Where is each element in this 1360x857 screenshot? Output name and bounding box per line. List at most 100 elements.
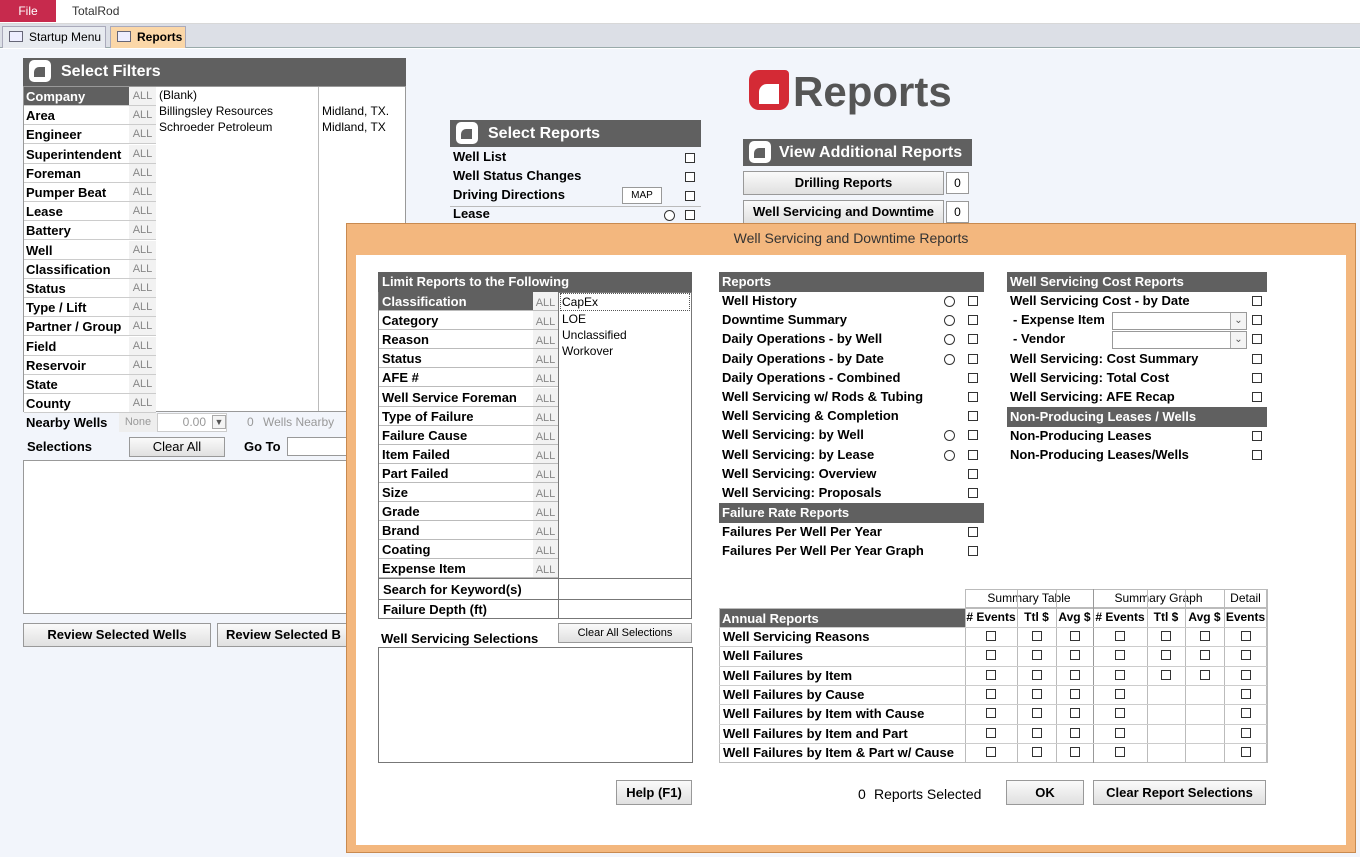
nearby-none-button[interactable]: None <box>119 413 157 432</box>
annual-checkbox[interactable] <box>1240 708 1251 719</box>
filter-all-button[interactable]: ALL <box>129 202 156 222</box>
filter-all-button[interactable]: ALL <box>129 279 156 298</box>
well-status-changes-checkbox[interactable] <box>685 172 695 182</box>
filter-all-button[interactable]: ALL <box>129 375 156 394</box>
annual-checkbox[interactable] <box>1240 669 1251 680</box>
limit-label-grade[interactable]: Grade <box>379 502 533 522</box>
filter-all-button[interactable]: ALL <box>129 144 156 164</box>
report-checkbox[interactable] <box>968 488 978 498</box>
limit-label-reason[interactable]: Reason <box>379 330 533 350</box>
filter-all-button[interactable]: ALL <box>129 221 156 241</box>
report-checkbox[interactable] <box>968 468 978 479</box>
clear-all-button[interactable]: Clear All <box>129 437 225 457</box>
annual-checkbox[interactable] <box>1240 650 1251 661</box>
filter-all-button[interactable]: ALL <box>129 336 156 356</box>
list-item[interactable]: Schroeder Petroleum <box>159 119 273 135</box>
cost-report-checkbox[interactable] <box>1252 315 1262 326</box>
annual-checkbox[interactable] <box>1031 650 1042 661</box>
report-checkbox[interactable] <box>968 353 978 364</box>
filter-label-type-lift[interactable]: Type / Lift <box>24 298 129 318</box>
report-checkbox[interactable] <box>968 372 978 383</box>
limit-label-item-failed[interactable]: Item Failed <box>379 444 533 464</box>
go-to-input[interactable] <box>287 437 349 456</box>
annual-checkbox[interactable] <box>1031 631 1042 641</box>
list-item[interactable]: Unclassified <box>560 327 690 343</box>
limit-all-button[interactable]: ALL <box>533 349 558 369</box>
classification-list[interactable]: CapEx LOE Unclassified Workover <box>560 293 690 359</box>
filter-all-button[interactable]: ALL <box>129 298 156 318</box>
list-item[interactable]: Billingsley Resources <box>159 103 273 119</box>
chevron-down-icon[interactable]: ⌄ <box>1230 313 1246 329</box>
annual-checkbox[interactable] <box>1240 688 1251 699</box>
annual-checkbox[interactable] <box>1199 631 1210 641</box>
filter-label-company[interactable]: Company <box>24 87 129 106</box>
annual-checkbox[interactable] <box>986 708 996 719</box>
filter-label-field[interactable]: Field <box>24 336 129 356</box>
limit-label-coating[interactable]: Coating <box>379 540 533 560</box>
tab-startup-menu[interactable]: Startup Menu <box>2 26 106 48</box>
vendor-select[interactable] <box>1112 331 1247 349</box>
lease-checkbox[interactable] <box>685 210 695 220</box>
driving-directions-checkbox[interactable] <box>685 191 695 201</box>
limit-label-size[interactable]: Size <box>379 483 533 502</box>
report-radio[interactable] <box>944 296 955 307</box>
limit-label-afe-[interactable]: AFE # <box>379 368 533 388</box>
annual-checkbox[interactable] <box>1069 727 1080 738</box>
filter-label-reservoir[interactable]: Reservoir <box>24 355 129 375</box>
clear-report-selections-button[interactable]: Clear Report Selections <box>1093 780 1266 805</box>
annual-checkbox[interactable] <box>1199 650 1210 661</box>
filter-label-foreman[interactable]: Foreman <box>24 163 129 183</box>
nonprod-report-checkbox[interactable] <box>1252 450 1262 461</box>
annual-checkbox[interactable] <box>1240 746 1251 757</box>
annual-checkbox[interactable] <box>1069 708 1080 719</box>
report-checkbox[interactable] <box>968 392 978 402</box>
annual-checkbox[interactable] <box>986 727 996 738</box>
filter-label-classification[interactable]: Classification <box>24 259 129 279</box>
filter-label-pumper-beat[interactable]: Pumper Beat <box>24 183 129 202</box>
annual-checkbox[interactable] <box>1161 669 1171 680</box>
annual-checkbox[interactable] <box>1069 650 1080 661</box>
filter-all-button[interactable]: ALL <box>129 355 156 375</box>
chevron-down-icon[interactable]: ▼ <box>212 415 226 429</box>
review-selected-b-button[interactable]: Review Selected B <box>217 623 348 647</box>
annual-checkbox[interactable] <box>1115 669 1125 680</box>
tab-reports[interactable]: Reports <box>110 26 186 48</box>
expense-item-select[interactable] <box>1112 312 1247 330</box>
limit-all-button[interactable]: ALL <box>533 368 558 388</box>
annual-checkbox[interactable] <box>1115 708 1125 719</box>
limit-all-button[interactable]: ALL <box>533 387 558 407</box>
annual-checkbox[interactable] <box>1115 631 1125 641</box>
report-checkbox[interactable] <box>968 430 978 441</box>
report-checkbox[interactable] <box>968 334 978 345</box>
annual-checkbox[interactable] <box>986 631 996 641</box>
ws-selections-box[interactable] <box>378 647 693 763</box>
annual-checkbox[interactable] <box>1069 669 1080 680</box>
review-selected-wells-button[interactable]: Review Selected Wells <box>23 623 211 647</box>
annual-checkbox[interactable] <box>986 650 996 661</box>
limit-all-button[interactable]: ALL <box>533 311 558 331</box>
filter-all-button[interactable]: ALL <box>129 240 156 260</box>
map-button[interactable]: MAP <box>622 187 662 204</box>
filter-all-button[interactable]: ALL <box>129 394 156 414</box>
annual-checkbox[interactable] <box>1199 669 1210 680</box>
annual-checkbox[interactable] <box>1031 746 1042 757</box>
annual-checkbox[interactable] <box>986 688 996 699</box>
annual-checkbox[interactable] <box>1240 631 1251 641</box>
filter-label-superintendent[interactable]: Superintendent <box>24 144 129 164</box>
annual-checkbox[interactable] <box>1240 727 1251 738</box>
failure-report-checkbox[interactable] <box>968 527 978 537</box>
filter-all-button[interactable]: ALL <box>129 259 156 279</box>
limit-all-button[interactable]: ALL <box>533 330 558 350</box>
report-checkbox[interactable] <box>968 296 978 306</box>
annual-checkbox[interactable] <box>1115 727 1125 738</box>
well-list-checkbox[interactable] <box>685 153 695 163</box>
limit-all-button[interactable]: ALL <box>533 502 558 522</box>
annual-checkbox[interactable] <box>986 746 996 757</box>
report-checkbox[interactable] <box>968 449 978 460</box>
chevron-down-icon[interactable]: ⌄ <box>1230 332 1246 348</box>
company-list[interactable]: (Blank) Billingsley Resources Schroeder … <box>159 87 273 135</box>
annual-checkbox[interactable] <box>1161 631 1171 641</box>
limit-all-button[interactable]: ALL <box>533 521 558 541</box>
cost-report-checkbox[interactable] <box>1252 392 1262 402</box>
lease-radio[interactable] <box>664 210 675 221</box>
